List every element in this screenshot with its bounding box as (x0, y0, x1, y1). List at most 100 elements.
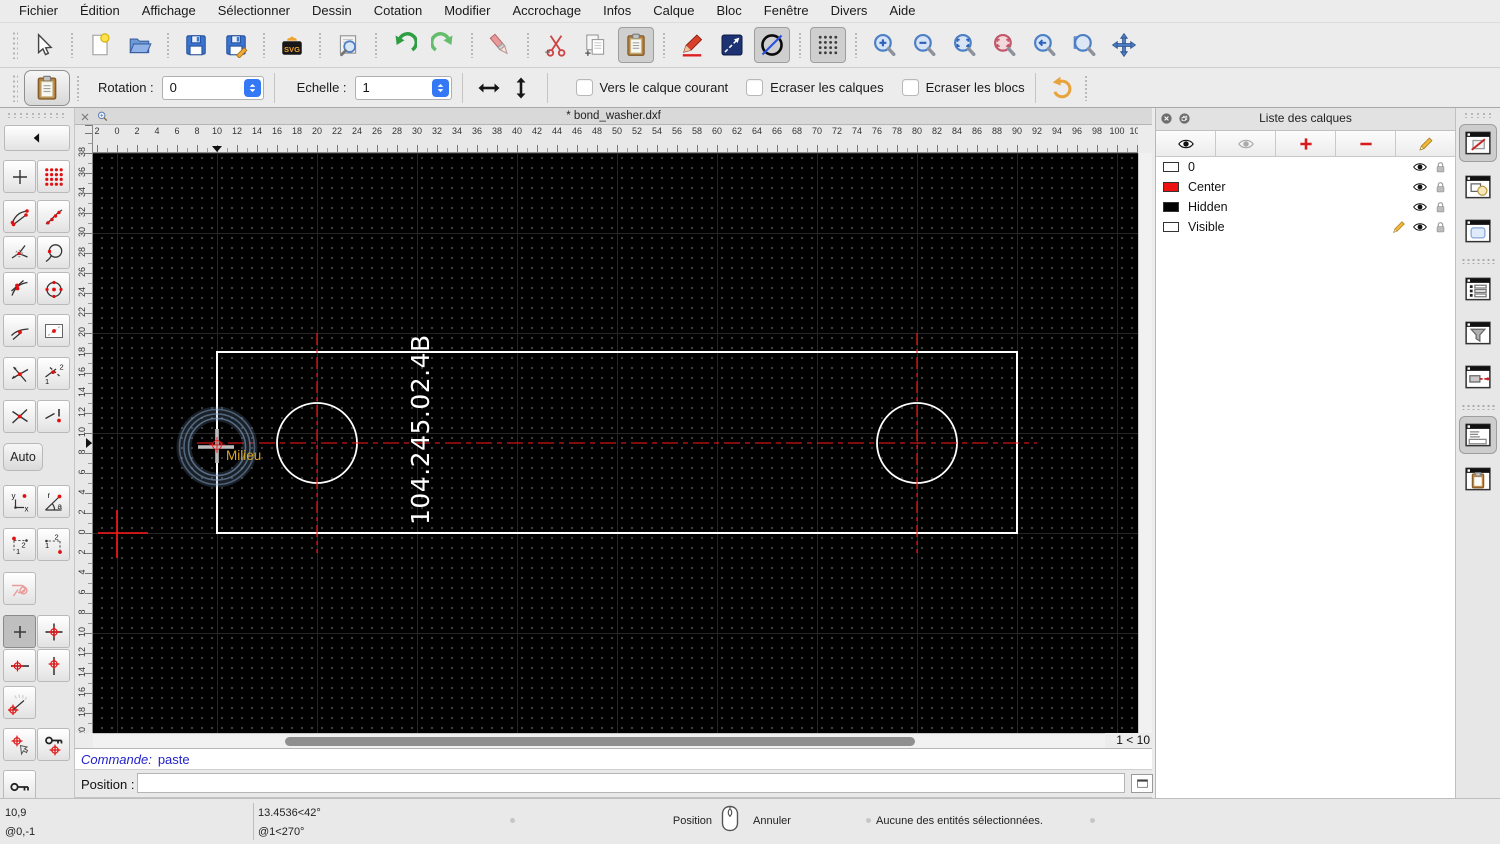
layer-lock-icon[interactable] (1433, 180, 1448, 195)
snap-reference-button[interactable] (37, 314, 70, 347)
redo-button[interactable] (426, 27, 462, 63)
zoom-window-button[interactable] (1066, 27, 1102, 63)
layer-lock-icon[interactable] (1433, 200, 1448, 215)
layer-row[interactable]: Center (1156, 177, 1455, 197)
menu-affichage[interactable]: Affichage (131, 0, 207, 22)
save-button[interactable] (178, 27, 214, 63)
restrict-orthogonal-button[interactable] (37, 615, 70, 648)
menu-edition[interactable]: Édition (69, 0, 131, 22)
coord-polar-button[interactable]: ra (37, 485, 70, 518)
menu-aide[interactable]: Aide (878, 0, 926, 22)
layer-visibility-icon[interactable] (1412, 159, 1428, 175)
edit-layer-button[interactable] (1396, 131, 1455, 156)
remove-layer-button[interactable] (1336, 131, 1396, 156)
layers-widget-button[interactable] (1459, 124, 1497, 162)
exclusive-snap-button[interactable] (3, 572, 36, 605)
snap-endpoints-button[interactable] (3, 200, 36, 233)
snap-center-point-button[interactable] (37, 272, 70, 305)
menu-cotation[interactable]: Cotation (363, 0, 433, 22)
menu-dessin[interactable]: Dessin (301, 0, 363, 22)
undo-button[interactable] (386, 27, 422, 63)
cut-button[interactable] (538, 27, 574, 63)
menu-infos[interactable]: Infos (592, 0, 642, 22)
clipboard-tool-button[interactable] (24, 69, 70, 106)
position-input[interactable] (137, 773, 1125, 793)
zoom-auto-button[interactable] (946, 27, 982, 63)
menu-selectionner[interactable]: Sélectionner (207, 0, 301, 22)
svg-export-button[interactable]: SVG (274, 27, 310, 63)
command-line[interactable]: Commande: paste (75, 748, 1152, 770)
blocks-widget-button[interactable] (1459, 168, 1497, 206)
restrict-horizontal-button[interactable] (3, 649, 36, 682)
order-12-button[interactable]: 12 (3, 528, 36, 561)
new-file-button[interactable] (82, 27, 118, 63)
layer-row[interactable]: 0 (1156, 157, 1455, 177)
menu-calque[interactable]: Calque (642, 0, 705, 22)
collapse-left-button[interactable] (4, 125, 70, 151)
checkbox-box[interactable] (575, 79, 593, 96)
open-file-button[interactable] (122, 27, 158, 63)
menu-fichier[interactable]: Fichier (8, 0, 69, 22)
restrict-nothing-button[interactable] (3, 615, 36, 648)
set-relative-zero-button[interactable] (3, 728, 36, 761)
scrollbar-thumb[interactable] (285, 737, 915, 746)
position-window-button[interactable] (1131, 774, 1153, 793)
zoom-out-button[interactable] (906, 27, 942, 63)
snap-on-entity-button[interactable] (37, 200, 70, 233)
checkbox-box[interactable] (901, 79, 919, 96)
zoom-pan-button[interactable] (1106, 27, 1142, 63)
zoom-in-button[interactable] (866, 27, 902, 63)
snap-free-button[interactable] (3, 160, 36, 193)
horizontal-scrollbar[interactable] (93, 733, 1105, 748)
menu-accrochage[interactable]: Accrochage (501, 0, 592, 22)
checkbox-ecraser-les-blocs[interactable]: Ecraser les blocs (901, 79, 1025, 96)
flip-vertical-button[interactable] (505, 72, 537, 104)
draw-line-button[interactable] (714, 27, 750, 63)
entities-widget-button[interactable] (1459, 270, 1497, 308)
zoom-previous-button[interactable] (986, 27, 1022, 63)
restrict-cross-button[interactable] (3, 400, 36, 433)
show-all-layers-button[interactable] (1156, 131, 1216, 156)
save-as-button[interactable] (218, 27, 254, 63)
add-layer-button[interactable] (1276, 131, 1336, 156)
checkbox-box[interactable] (746, 79, 764, 96)
coord-cartesian-button[interactable]: yx (3, 485, 36, 518)
scale-stepper[interactable] (431, 78, 449, 97)
rotation-combobox[interactable]: 0 (161, 75, 264, 100)
layer-lock-icon[interactable] (1433, 220, 1448, 235)
rotation-stepper[interactable] (243, 78, 261, 97)
snap-intersection-button[interactable] (3, 357, 36, 390)
paste-button[interactable] (618, 26, 654, 63)
checkbox-vers-le-calque-courant[interactable]: Vers le calque courant (575, 79, 728, 96)
draw-circle-button[interactable] (754, 26, 790, 63)
snap-distance-button[interactable] (37, 236, 70, 269)
snap-middle-button[interactable] (3, 272, 36, 305)
command-widget-button[interactable] (1459, 416, 1497, 454)
draw-pencil-button[interactable] (674, 27, 710, 63)
menu-bloc[interactable]: Bloc (705, 0, 752, 22)
layer-row[interactable]: Hidden (1156, 197, 1455, 217)
layer-row[interactable]: Visible (1156, 217, 1455, 237)
flip-horizontal-button[interactable] (473, 72, 505, 104)
angle-gauge-button[interactable] (3, 686, 36, 719)
print-preview-button[interactable] (330, 27, 366, 63)
cursor-button[interactable] (26, 27, 62, 63)
vertical-scrollbar[interactable] (1138, 153, 1152, 733)
hide-all-layers-button[interactable] (1216, 131, 1276, 156)
menu-modifier[interactable]: Modifier (433, 0, 501, 22)
layer-visibility-icon[interactable] (1412, 199, 1428, 215)
restrict-vertical-button[interactable] (37, 649, 70, 682)
menu-fenetre[interactable]: Fenêtre (753, 0, 820, 22)
snap-grid-button[interactable] (37, 160, 70, 193)
clipboard-widget-button[interactable] (1459, 460, 1497, 498)
lock-relative-zero-button[interactable] (37, 728, 70, 761)
snap-center-button[interactable] (3, 236, 36, 269)
rotate-undo-button[interactable] (1046, 72, 1078, 104)
snap-nearest-button[interactable] (3, 314, 36, 347)
menu-divers[interactable]: Divers (820, 0, 879, 22)
checkbox-ecraser-les-calques[interactable]: Ecraser les calques (746, 79, 884, 96)
scale-combobox[interactable]: 1 (354, 75, 452, 100)
snap-intersection-manual-button[interactable]: 12 (37, 357, 70, 390)
drawing-canvas[interactable]: 104.245.02.4B Milieu (93, 153, 1138, 733)
snap-angle-button[interactable] (37, 400, 70, 433)
